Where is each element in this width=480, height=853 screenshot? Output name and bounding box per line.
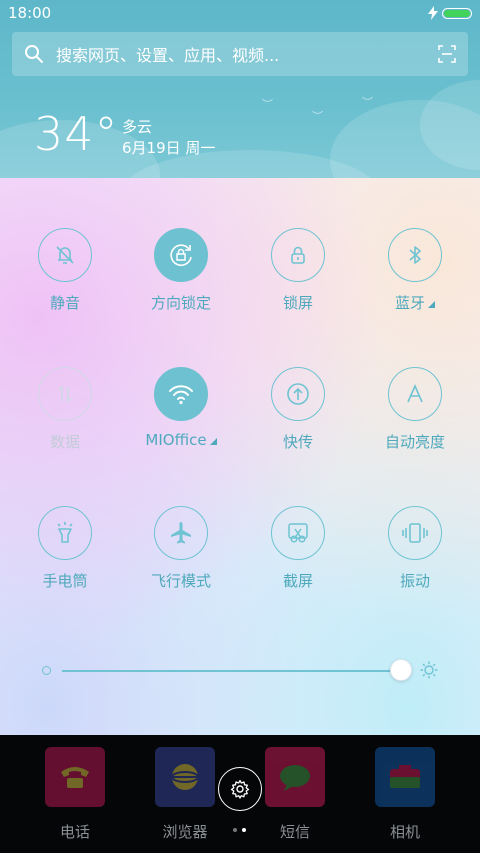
brightness-max-icon xyxy=(420,661,438,679)
toggle-label: 蓝牙 xyxy=(356,292,474,313)
toggle-mobile-data[interactable]: 数据 xyxy=(6,367,124,452)
browser-app-icon xyxy=(155,747,215,807)
toggle-screenshot[interactable]: 截屏 xyxy=(239,506,357,591)
toggle-label: 快传 xyxy=(282,433,313,451)
toggle-label: 截屏 xyxy=(282,572,313,590)
toggle-label-text: MIOffice xyxy=(145,431,207,449)
gear-icon xyxy=(230,779,250,799)
toggle-flashlight[interactable]: 手电筒 xyxy=(6,506,124,591)
dock-app-label: 浏览器 xyxy=(162,823,208,841)
toggle-label: 自动亮度 xyxy=(384,433,445,451)
toggle-airplane[interactable]: 飞行模式 xyxy=(122,506,240,591)
toggle-label: 方向锁定 xyxy=(150,294,211,312)
vibrate-icon xyxy=(402,523,428,543)
toggle-auto-brightness[interactable]: 自动亮度 xyxy=(356,367,474,452)
toggle-lock-screen[interactable]: 锁屏 xyxy=(239,228,357,313)
battery-icon xyxy=(442,7,472,19)
toggle-circle xyxy=(38,228,92,282)
dock-app-label: 相机 xyxy=(389,823,420,841)
letter-a-icon xyxy=(407,384,423,403)
wifi-icon xyxy=(169,385,193,405)
status-indicators xyxy=(428,6,472,20)
quick-settings-panel: 静音 方向锁定 锁屏 蓝牙 数据 MIOffice 快传 自动亮度 手电筒 飞行… xyxy=(0,178,480,735)
toggle-mute[interactable]: 静音 xyxy=(6,228,124,313)
temperature: 34° xyxy=(34,107,119,161)
expand-triangle-icon xyxy=(209,438,217,445)
bird-decoration: ︶ xyxy=(362,96,373,109)
toggle-circle xyxy=(154,506,208,560)
weather-header: ︶ ︶ ︶ 18:00 搜索网页、设置、应用、视频... 34° 多云 6月19… xyxy=(0,0,480,178)
charging-icon xyxy=(428,6,438,20)
page-indicator-dot xyxy=(233,828,237,832)
settings-button[interactable] xyxy=(218,767,262,811)
flashlight-icon xyxy=(57,522,73,543)
search-icon xyxy=(25,45,43,63)
dock-app-label: 电话 xyxy=(59,823,90,841)
search-bar[interactable]: 搜索网页、设置、应用、视频... xyxy=(12,32,468,76)
toggle-circle xyxy=(271,506,325,560)
phone-app-icon xyxy=(45,747,105,807)
page-indicator-dot-active xyxy=(242,828,246,832)
dock-app-label: 短信 xyxy=(279,823,310,841)
toggle-label: 飞行模式 xyxy=(150,572,211,590)
brightness-slider-track[interactable] xyxy=(62,670,396,672)
dock-app-camera[interactable]: 相机 xyxy=(350,747,460,842)
toggle-vibrate[interactable]: 振动 xyxy=(356,506,474,591)
bird-decoration: ︶ xyxy=(312,110,323,123)
camera-app-icon xyxy=(375,747,435,807)
toggle-wifi[interactable]: MIOffice xyxy=(122,367,240,449)
toggle-circle xyxy=(388,506,442,560)
brightness-slider-thumb[interactable] xyxy=(390,659,412,681)
weather-date: 6月19日 周一 xyxy=(122,139,216,157)
toggle-label: MIOffice xyxy=(122,431,240,449)
toggle-label-text: 蓝牙 xyxy=(394,294,425,312)
expand-triangle-icon xyxy=(428,301,435,308)
toggle-label: 静音 xyxy=(49,294,80,312)
status-time: 18:00 xyxy=(8,4,52,22)
data-arrows-icon xyxy=(58,385,72,403)
toggle-circle xyxy=(154,228,208,282)
toggle-rotation-lock[interactable]: 方向锁定 xyxy=(122,228,240,313)
toggle-circle xyxy=(271,228,325,282)
rotation-lock-icon xyxy=(170,244,192,266)
brightness-min-icon xyxy=(42,666,51,675)
lock-icon xyxy=(291,246,305,264)
scan-icon[interactable] xyxy=(438,45,456,63)
upload-icon xyxy=(287,383,309,405)
toggle-bluetooth[interactable]: 蓝牙 xyxy=(356,228,474,313)
airplane-icon xyxy=(171,522,191,544)
weather-condition: 多云 xyxy=(122,118,153,136)
bell-off-icon xyxy=(56,246,74,264)
sms-app-icon xyxy=(265,747,325,807)
toggle-circle xyxy=(154,367,208,421)
toggle-label: 振动 xyxy=(399,572,430,590)
toggle-circle xyxy=(388,228,442,282)
scissors-icon xyxy=(288,523,308,543)
toggle-circle xyxy=(38,367,92,421)
bird-decoration: ︶ xyxy=(262,98,273,111)
toggle-label: 数据 xyxy=(49,433,80,451)
toggle-circle xyxy=(38,506,92,560)
toggle-label: 锁屏 xyxy=(282,294,313,312)
toggle-label: 手电筒 xyxy=(42,572,88,590)
bluetooth-icon xyxy=(409,246,421,264)
dock-app-phone[interactable]: 电话 xyxy=(20,747,130,842)
toggle-quick-transfer[interactable]: 快传 xyxy=(239,367,357,452)
toggle-circle xyxy=(271,367,325,421)
toggle-circle xyxy=(388,367,442,421)
search-placeholder: 搜索网页、设置、应用、视频... xyxy=(56,46,280,65)
